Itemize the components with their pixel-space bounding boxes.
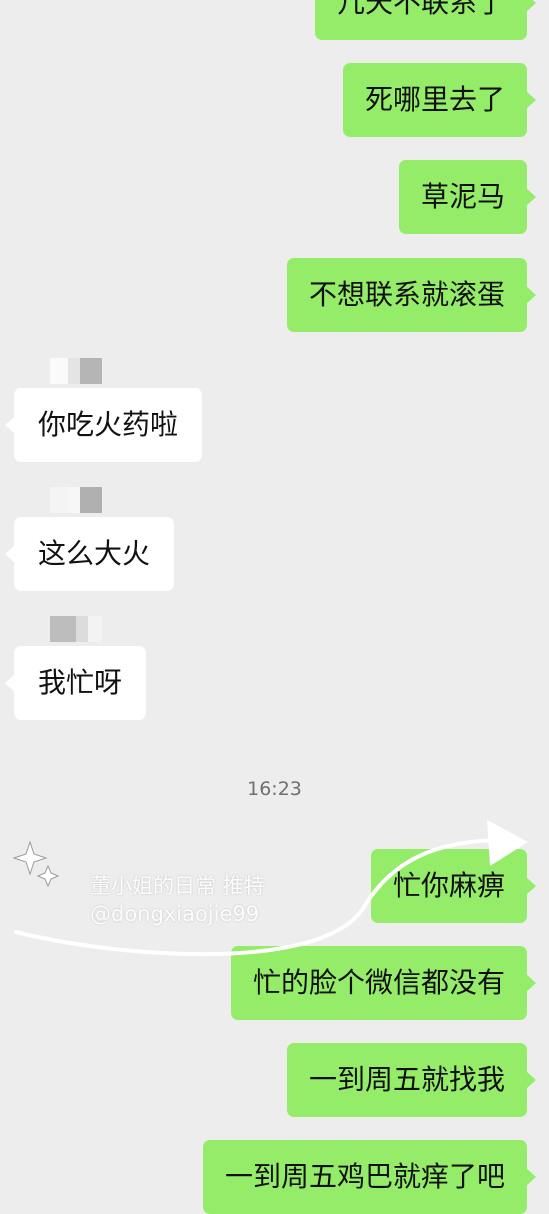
watermark-swoosh — [12, 820, 528, 957]
incoming-message[interactable]: 你吃火药啦 — [4, 388, 203, 462]
sender-avatar-blurred[interactable] — [50, 487, 102, 513]
outgoing-message[interactable]: 一到周五就找我 — [286, 1043, 537, 1117]
sparkle-icon — [12, 840, 60, 888]
watermark-handle: @dongxiaojie99 — [90, 902, 260, 926]
outgoing-message[interactable]: 不想联系就滚蛋 — [286, 258, 537, 332]
outgoing-message[interactable]: 草泥马 — [398, 160, 537, 234]
outgoing-message[interactable]: 一到周五鸡巴就痒了吧 — [202, 1140, 537, 1214]
sender-avatar-blurred[interactable] — [50, 616, 102, 642]
outgoing-message[interactable]: 几天不联系了 — [314, 0, 537, 40]
message-timestamp: 16:23 — [247, 778, 302, 800]
sender-avatar-blurred[interactable] — [50, 358, 102, 384]
outgoing-message[interactable]: 死哪里去了 — [342, 63, 537, 137]
watermark-title: 董小姐的日常 推特 — [90, 874, 265, 898]
incoming-message[interactable]: 这么大火 — [4, 517, 175, 591]
incoming-message[interactable]: 我忙呀 — [4, 646, 147, 720]
